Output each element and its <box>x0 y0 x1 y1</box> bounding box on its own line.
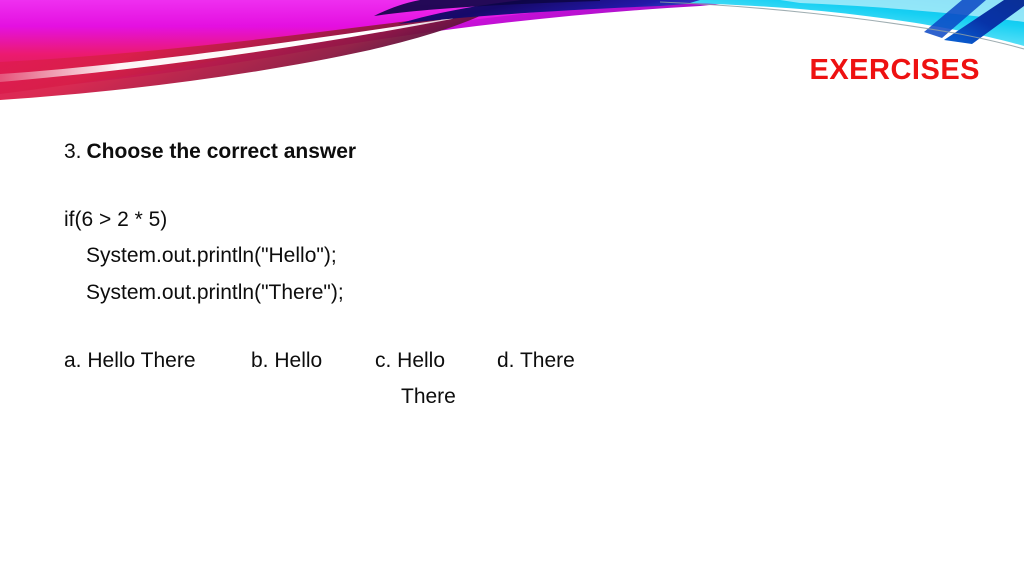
banner-grey-arc <box>659 1 1024 50</box>
answer-option-b[interactable]: b. Hello <box>251 343 322 379</box>
question-number: 3. <box>64 140 82 163</box>
banner-navy-blade <box>398 0 742 24</box>
page-title: EXERCISES <box>809 54 980 86</box>
answer-option-c[interactable]: c. Hello There <box>375 343 456 415</box>
code-line: System.out.println("Hello"); <box>86 244 337 268</box>
answer-option-a[interactable]: a. Hello There <box>64 343 196 379</box>
banner-blue-diagonal <box>944 0 1024 44</box>
banner-pink-tail <box>0 10 492 100</box>
question-heading: 3. Choose the correct answer <box>64 138 964 166</box>
answer-options: a. Hello There b. Hello c. Hello There d… <box>64 343 964 415</box>
answer-option-d-label: d. There <box>497 348 575 372</box>
answer-option-c-label: c. Hello <box>375 348 446 372</box>
answer-option-d[interactable]: d. There <box>497 343 575 379</box>
code-line: if(6 > 2 * 5) <box>64 208 168 232</box>
question-prompt: Choose the correct answer <box>86 140 357 163</box>
banner-magenta-body <box>0 0 660 94</box>
answer-option-c-label-line2: There <box>401 384 456 408</box>
banner-cyan-swoosh <box>690 0 1024 46</box>
banner-blue-diagonal-2 <box>924 0 986 38</box>
slide-body: 3. Choose the correct answer if(6 > 2 * 5… <box>64 138 964 415</box>
code-block: if(6 > 2 * 5) System.out.println("Hello"… <box>64 202 964 310</box>
banner-cyan-light <box>780 0 1024 22</box>
banner-navy-edge <box>374 0 600 16</box>
banner-white-streak <box>0 11 470 82</box>
answer-option-b-label: b. Hello <box>251 348 323 372</box>
answer-option-a-label: a. Hello There <box>64 348 196 372</box>
code-line: System.out.println("There"); <box>86 280 344 304</box>
banner-magenta-upper <box>0 0 760 92</box>
